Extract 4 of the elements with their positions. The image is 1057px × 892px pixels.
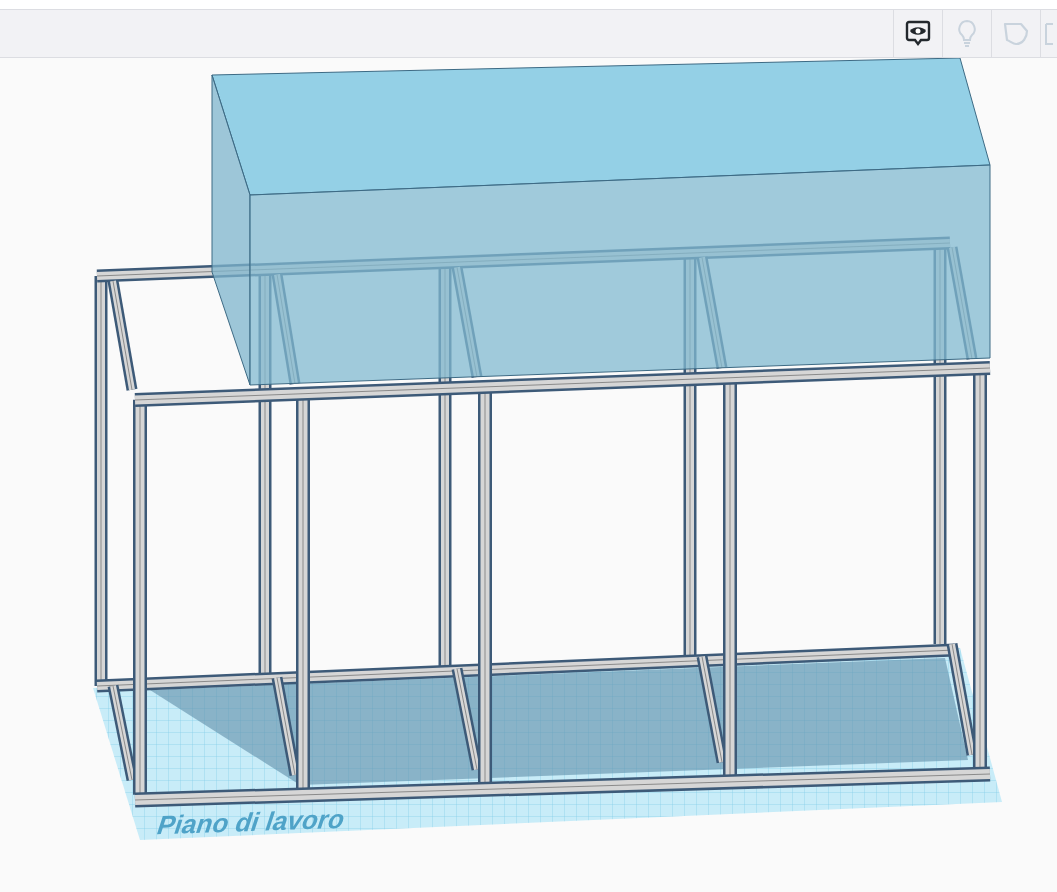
shape-icon [1003, 20, 1029, 47]
workplane-label: Piano di lavoro [152, 802, 351, 843]
eye-icon [905, 19, 931, 48]
lightbulb-icon [956, 18, 978, 49]
